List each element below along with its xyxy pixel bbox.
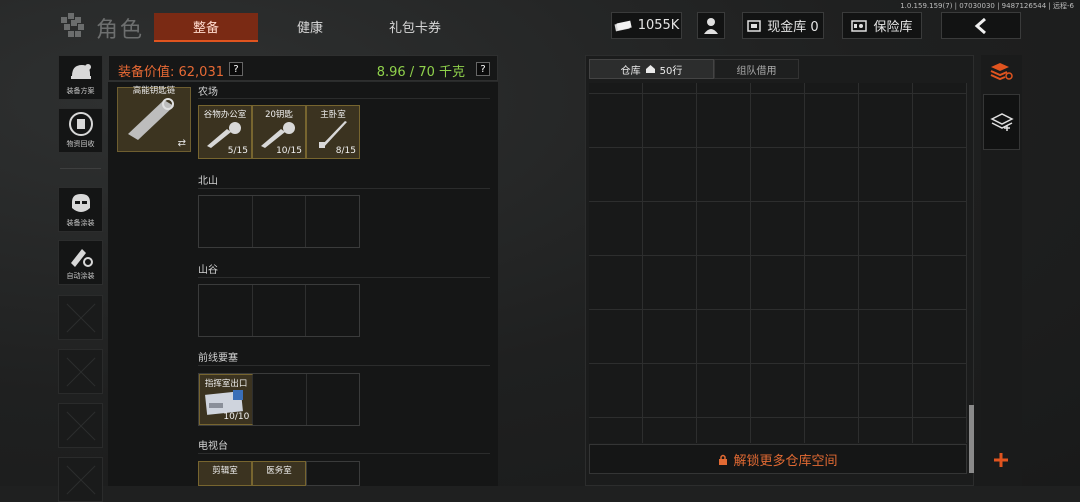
warehouse-scrollbar[interactable] xyxy=(969,405,974,473)
section-divider xyxy=(198,453,490,454)
side-recycle-label: 物资回收 xyxy=(66,140,95,148)
warehouse-tab-label: 仓库 xyxy=(620,65,641,77)
tab-warehouse[interactable]: 仓库 50行 xyxy=(589,59,714,79)
section-divider xyxy=(198,277,490,278)
money-button[interactable]: 1055K xyxy=(611,12,682,39)
side-paint-label: 装备涂装 xyxy=(66,219,95,227)
swap-icon[interactable]: ⇄ xyxy=(178,138,186,149)
layers-sort-icon xyxy=(990,63,1013,81)
empty-key-slot[interactable] xyxy=(253,374,307,425)
key-item-count: 10/15 xyxy=(276,146,302,156)
key-item-name: 剪辑室 xyxy=(212,466,238,476)
side-loadout-button[interactable]: 装备方案 xyxy=(58,55,103,100)
access-card-name: 指挥室出口 xyxy=(204,379,248,389)
side-loadout-label: 装备方案 xyxy=(66,87,95,95)
section-divider xyxy=(198,98,490,99)
key-slot-grid: 指挥室出口 10/10 xyxy=(198,373,360,426)
money-amount: 1055K xyxy=(637,18,680,33)
cash-box-icon xyxy=(747,19,762,32)
mask-icon xyxy=(71,194,90,212)
tab-gift-cards[interactable]: 礼包卡券 xyxy=(362,13,468,40)
section-divider xyxy=(198,365,490,366)
section-fortress-label: 前线要塞 xyxy=(198,353,238,364)
access-card-count: 10/10 xyxy=(223,412,250,422)
side-paint-button[interactable]: 装备涂装 xyxy=(58,187,103,232)
empty-key-slot[interactable] xyxy=(306,461,360,486)
section-farm-label: 农场 xyxy=(198,87,218,98)
safe-button[interactable]: 保险库 xyxy=(842,12,922,39)
operator-button[interactable] xyxy=(697,12,725,39)
operator-icon xyxy=(704,17,718,34)
key-item-count: 8/15 xyxy=(335,146,356,156)
keychain-item[interactable]: 高能钥匙链 ⇄ xyxy=(117,86,191,152)
home-icon xyxy=(645,65,655,73)
unlock-label: 解锁更多仓库空间 xyxy=(733,453,838,469)
key-slot-grid xyxy=(198,284,360,337)
key-item[interactable]: 剪辑室 xyxy=(198,461,252,486)
tab-health[interactable]: 健康 xyxy=(262,13,358,40)
side-empty-slot xyxy=(58,349,103,394)
section-divider xyxy=(198,188,490,189)
key-item[interactable]: 20钥匙 10/15 xyxy=(252,105,306,159)
key-item-name: 主卧室 xyxy=(320,110,346,120)
empty-key-slot[interactable] xyxy=(307,374,359,425)
spray-icon xyxy=(70,249,93,267)
warehouse-rows: 50行 xyxy=(659,65,683,77)
warehouse-grid[interactable] xyxy=(589,83,967,443)
equipment-weight: 8.96 / 70 千克 xyxy=(376,65,465,80)
lock-icon xyxy=(719,454,728,465)
safe-icon xyxy=(851,19,868,32)
empty-key-slot[interactable] xyxy=(306,196,359,247)
cash-vault-label: 现金库 0 xyxy=(767,20,819,35)
side-empty-slot xyxy=(58,457,103,502)
equipment-header: 装备价值: 62,031 ? 8.96 / 70 千克 ? xyxy=(108,55,498,81)
key-item-name: 谷物办公室 xyxy=(203,110,247,120)
recycle-icon xyxy=(68,112,93,136)
key-item[interactable]: 谷物办公室 5/15 xyxy=(198,105,252,159)
add-button[interactable] xyxy=(987,447,1015,473)
empty-key-slot[interactable] xyxy=(199,285,253,336)
stack-organize-button[interactable] xyxy=(983,94,1020,150)
key-item[interactable]: 主卧室 8/15 xyxy=(306,105,360,159)
game-logo-icon xyxy=(61,13,84,37)
value-help-button[interactable]: ? xyxy=(229,62,243,76)
key-item-name: 20钥匙 xyxy=(265,110,293,120)
empty-key-slot[interactable] xyxy=(306,285,359,336)
empty-key-slot[interactable] xyxy=(199,196,253,247)
key-item-count: 5/15 xyxy=(227,146,248,156)
back-button[interactable] xyxy=(941,12,1021,39)
section-tv-label: 电视台 xyxy=(198,441,228,452)
unlock-warehouse-button[interactable]: 解锁更多仓库空间 xyxy=(589,444,967,474)
page-title: 角色 xyxy=(96,18,145,43)
key-slot-grid xyxy=(198,195,360,248)
access-card-item[interactable]: 指挥室出口 10/10 xyxy=(199,374,254,425)
side-divider xyxy=(60,168,101,169)
key-item-name: 医务室 xyxy=(266,466,292,476)
back-arrow-icon xyxy=(974,17,986,34)
key-item[interactable]: 医务室 xyxy=(252,461,306,486)
side-auto-paint-button[interactable]: 自动涂装 xyxy=(58,240,103,285)
weight-help-button[interactable]: ? xyxy=(476,62,490,76)
helmet-icon xyxy=(70,64,91,79)
empty-key-slot[interactable] xyxy=(253,196,307,247)
side-empty-slot xyxy=(58,295,103,340)
equipment-value: 装备价值: 62,031 xyxy=(118,65,224,80)
tab-equip[interactable]: 整备 xyxy=(154,13,258,42)
section-north-label: 北山 xyxy=(198,176,218,187)
tab-team-borrow[interactable]: 组队借用 xyxy=(714,59,799,79)
build-info: 1.0.159.159(7) | 07030030 | 9487126544 |… xyxy=(900,2,1074,10)
section-valley-label: 山谷 xyxy=(198,265,218,276)
cash-vault-button[interactable]: 现金库 0 xyxy=(742,12,824,39)
side-recycle-button[interactable]: 物资回收 xyxy=(58,108,103,153)
keychain-icon xyxy=(128,98,174,140)
cash-stack-icon xyxy=(614,20,632,31)
plus-icon xyxy=(994,453,1008,467)
empty-key-slot[interactable] xyxy=(253,285,307,336)
safe-label: 保险库 xyxy=(873,20,913,35)
stack-sort-button[interactable] xyxy=(987,58,1015,84)
layers-icon xyxy=(989,113,1014,131)
side-auto-paint-label: 自动涂装 xyxy=(66,272,95,280)
side-empty-slot xyxy=(58,403,103,448)
